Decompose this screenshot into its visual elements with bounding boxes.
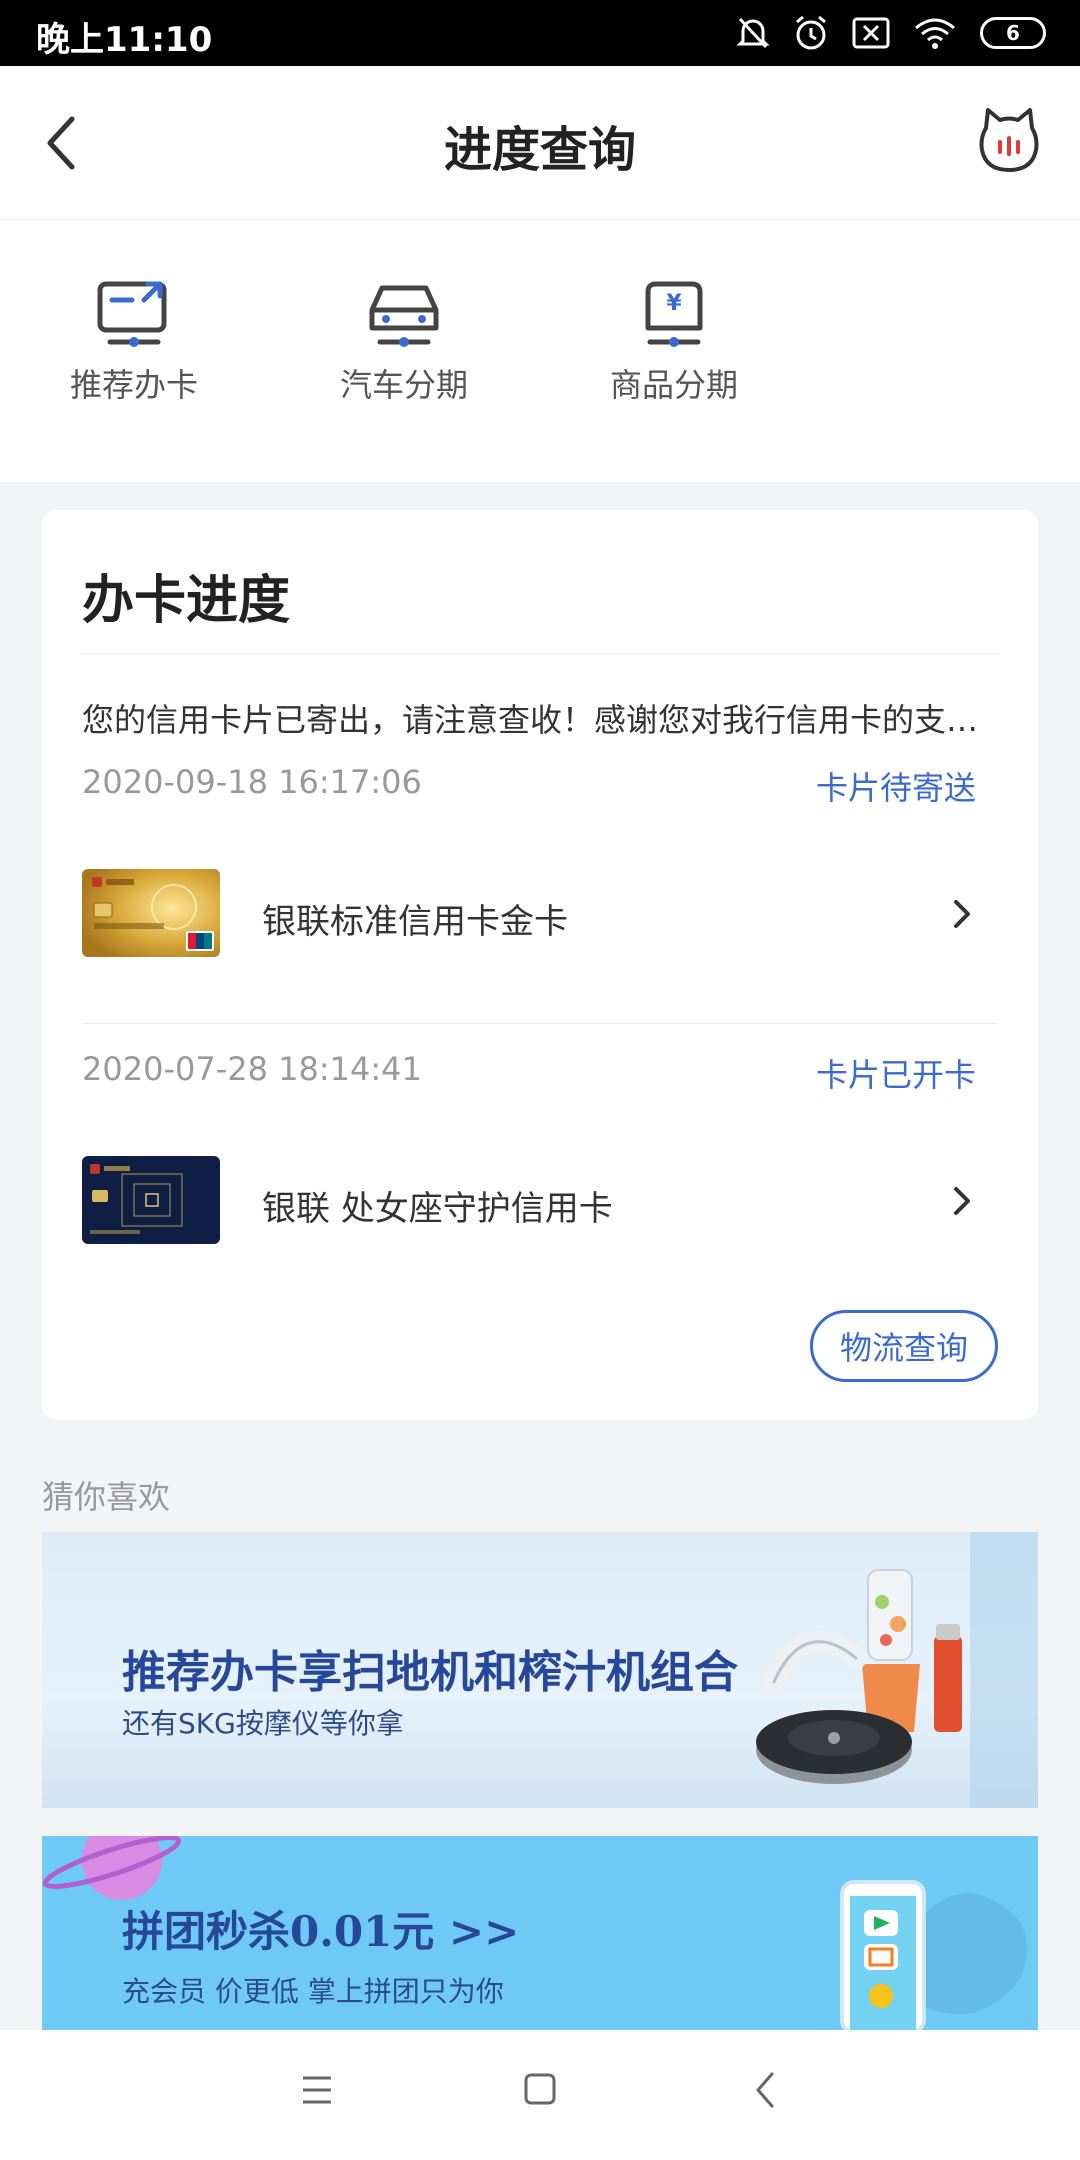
- tab-recommend-card[interactable]: 推荐办卡: [34, 278, 234, 406]
- banner-subtitle: 还有SKG按摩仪等你拿: [122, 1707, 404, 1740]
- quick-tabs: 推荐办卡 汽车分期 ¥ 商品分期: [0, 220, 1080, 482]
- mascot-service-icon[interactable]: [978, 106, 1040, 174]
- banner-title: 推荐办卡享扫地机和榨汁机组合: [122, 1647, 738, 1698]
- tab-label: 推荐办卡: [69, 366, 198, 404]
- gold-card-image: [82, 869, 220, 957]
- home-icon[interactable]: [522, 2070, 558, 2110]
- yen-bag-icon: ¥: [645, 281, 703, 347]
- progress-notice[interactable]: 您的信用卡片已寄出，请注意查收！感谢您对我行信用卡的支持与厚爱！: [82, 695, 998, 741]
- app-header: 进度查询: [0, 66, 1080, 220]
- car-icon: [369, 285, 439, 347]
- card-share-icon: [97, 281, 167, 347]
- divider: [82, 1023, 998, 1024]
- back-nav-icon[interactable]: [754, 2070, 778, 2110]
- promo-banner[interactable]: 拼团秒杀0.01元 >> 充会员 价更低 掌上拼团只为你: [42, 1836, 1038, 2032]
- page-title: 进度查询: [443, 122, 636, 178]
- appliances-image: [756, 1532, 1038, 1808]
- divider: [82, 653, 998, 654]
- alarm-icon: [796, 15, 826, 50]
- wifi-icon: [915, 18, 955, 49]
- battery-level: 6: [1006, 21, 1020, 45]
- banner-title: 拼团秒杀0.01元 >>: [122, 1907, 520, 1956]
- status-time: 晚上11:10: [36, 20, 213, 60]
- chevron-right-icon: [954, 1187, 970, 1215]
- tab-label: 商品分期: [609, 366, 738, 404]
- card-name: 银联 处女座守护信用卡: [262, 1189, 613, 1229]
- recommend-title: 猜你喜欢: [42, 1478, 171, 1516]
- virgo-card-image: [82, 1156, 220, 1244]
- mute-bell-icon: [736, 17, 770, 49]
- tab-label: 汽车分期: [339, 366, 468, 404]
- tab-car-installment[interactable]: 汽车分期: [304, 278, 504, 406]
- chevron-right-icon: [954, 900, 970, 928]
- card-name: 银联标准信用卡金卡: [262, 902, 568, 942]
- record-status: 卡片已开卡: [815, 1056, 976, 1094]
- promo-banner[interactable]: 推荐办卡享扫地机和榨汁机组合 还有SKG按摩仪等你拿: [42, 1532, 1038, 1808]
- record-status: 卡片待寄送: [815, 769, 976, 807]
- sim-x-icon: [852, 17, 890, 49]
- svg-text:¥: ¥: [666, 291, 682, 316]
- tab-goods-installment[interactable]: ¥ 商品分期: [574, 278, 774, 406]
- battery-icon: 6: [980, 17, 1046, 49]
- record-date: 2020-09-18 16:17:06: [82, 763, 422, 801]
- logistics-query-button[interactable]: 物流查询: [810, 1310, 998, 1382]
- system-nav-bar: [0, 2030, 1080, 2160]
- progress-title: 办卡进度: [82, 571, 291, 631]
- menu-icon[interactable]: [300, 2070, 334, 2110]
- record-date: 2020-07-28 18:14:41: [82, 1050, 422, 1088]
- status-icons: 6: [736, 12, 1046, 54]
- status-bar: 晚上11:10 6: [0, 0, 1080, 66]
- banner-subtitle: 充会员 价更低 掌上拼团只为你: [122, 1975, 504, 2008]
- progress-card: 办卡进度 您的信用卡片已寄出，请注意查收！感谢您对我行信用卡的支持与厚爱！ 20…: [42, 510, 1038, 1420]
